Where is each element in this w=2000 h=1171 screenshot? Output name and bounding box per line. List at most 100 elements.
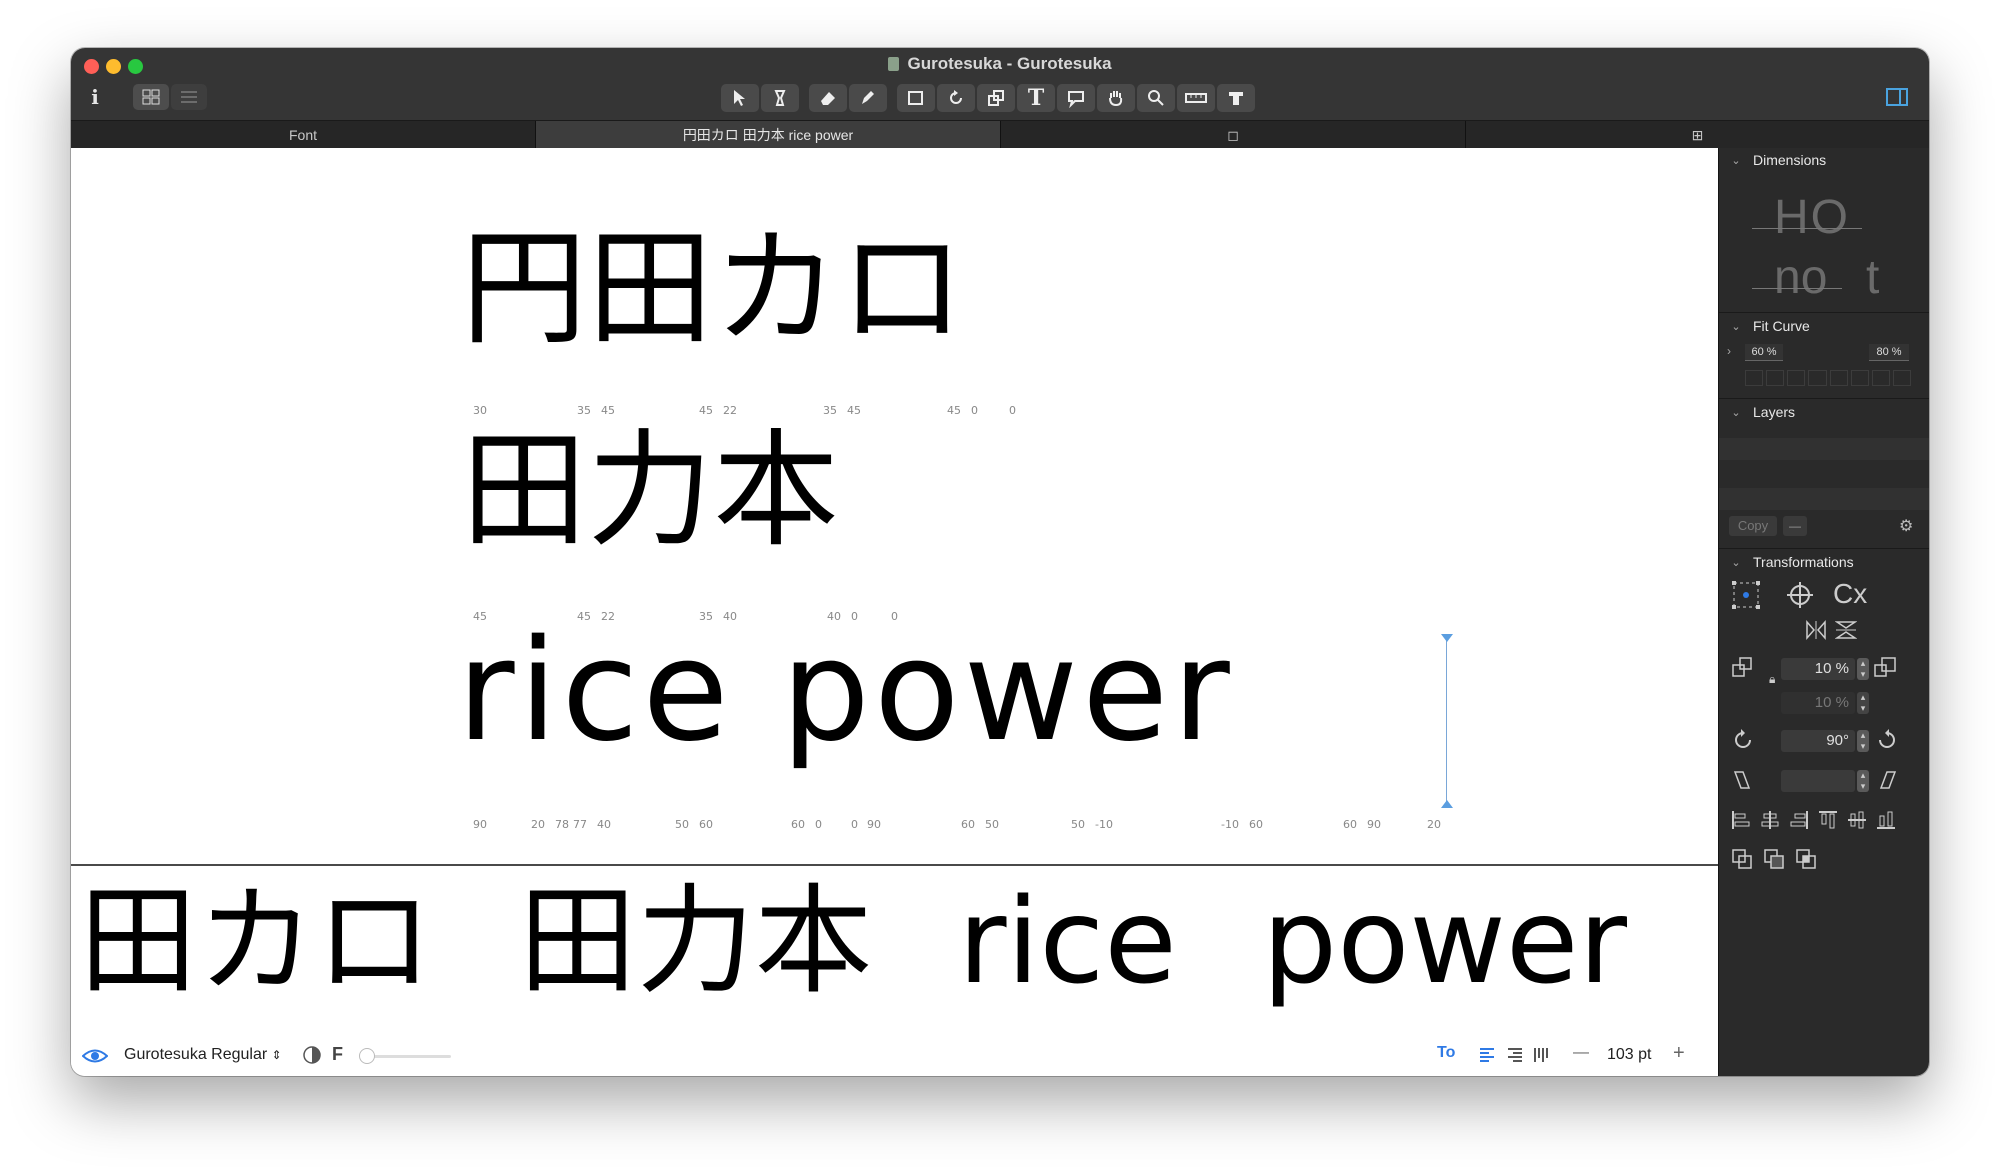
slant-stepper[interactable]: ▴ ▾ (1857, 770, 1869, 792)
rotation-stepper[interactable]: ▴ ▾ (1857, 730, 1869, 752)
rotate-ccw-icon[interactable] (1733, 728, 1755, 755)
align-left-icon[interactable] (1479, 1047, 1495, 1068)
fit-curve-slot[interactable] (1766, 370, 1785, 386)
zoom-tool-icon[interactable] (1137, 84, 1175, 112)
align-right-edge-icon[interactable] (1789, 810, 1809, 830)
subtract-icon[interactable] (1763, 848, 1785, 870)
scale-down-icon[interactable] (1731, 656, 1755, 683)
cursor-line[interactable] (1446, 638, 1447, 806)
f-toggle[interactable]: F (332, 1044, 343, 1065)
slant-right-icon[interactable] (1875, 770, 1897, 795)
fit-curve-slot[interactable] (1892, 370, 1911, 386)
dimensions-header[interactable]: ⌄ Dimensions (1719, 148, 1929, 172)
metric-value: 90 (867, 818, 881, 831)
origin-crosshair-icon[interactable] (1785, 580, 1815, 615)
text-line-2[interactable]: 田力本 (461, 416, 839, 566)
fit-curve-slot[interactable] (1871, 370, 1890, 386)
font-selector[interactable]: Gurotesuka Regular ⇕ (124, 1046, 282, 1064)
font-size-value[interactable]: 103 pt (1607, 1046, 1651, 1064)
scale-x-field[interactable]: 10 % (1781, 658, 1855, 680)
metric-value: 60 (961, 818, 975, 831)
align-bottom-edge-icon[interactable] (1876, 810, 1896, 830)
align-top-edge-icon[interactable] (1818, 810, 1838, 830)
measure-tool-icon[interactable] (1177, 84, 1215, 112)
cursor-bottom-handle[interactable] (1441, 800, 1453, 808)
size-decrease-button[interactable]: — (1573, 1044, 1589, 1062)
gear-icon[interactable]: ⚙ (1899, 516, 1913, 536)
bounding-box-icon[interactable] (1731, 580, 1761, 615)
intersect-icon[interactable] (1795, 848, 1817, 870)
annotation-tool-icon[interactable] (1057, 84, 1095, 112)
layer-row[interactable] (1719, 488, 1929, 510)
slant-field[interactable] (1781, 770, 1855, 792)
union-icon[interactable] (1731, 848, 1753, 870)
fit-curve-slot[interactable] (1850, 370, 1869, 386)
preview-slider-knob[interactable] (359, 1048, 375, 1064)
size-increase-button[interactable]: + (1673, 1042, 1685, 1065)
text-line-3[interactable]: rice power (457, 612, 1234, 772)
font-selector-label: Gurotesuka Regular (124, 1046, 268, 1063)
fit-curve-slot[interactable] (1808, 370, 1827, 386)
remove-layer-button[interactable]: — (1783, 516, 1807, 536)
pencil-tool-icon[interactable] (849, 84, 887, 112)
rotate-cw-icon[interactable] (1875, 728, 1897, 755)
fit-curve-max[interactable]: 80 % (1869, 344, 1909, 361)
fit-curve-slot[interactable] (1829, 370, 1848, 386)
text-tool-icon[interactable]: T (1017, 84, 1055, 112)
slant-left-icon[interactable] (1733, 770, 1755, 795)
fit-curve-buttons[interactable] (1745, 370, 1911, 386)
align-center-v-icon[interactable] (1847, 810, 1867, 830)
rotation-field[interactable]: 90° (1781, 730, 1855, 752)
fit-curve-header[interactable]: ⌄ Fit Curve (1719, 314, 1929, 338)
rotate-tool-icon[interactable] (937, 84, 975, 112)
eye-icon[interactable] (81, 1047, 109, 1070)
tab-bar: Font 円田カロ 田力本 rice power ◻ ⊞ (71, 120, 1929, 149)
copy-layer-button[interactable]: Copy (1729, 516, 1777, 536)
tab-edit-view[interactable]: 円田カロ 田力本 rice power (536, 121, 1001, 149)
metric-value: -10 (1095, 818, 1113, 831)
text-line-1[interactable]: 円田カロ (461, 214, 965, 364)
pen-tool-icon[interactable] (761, 84, 799, 112)
transformations-header[interactable]: ⌄ Transformations (1719, 550, 1929, 574)
dimensions-panel[interactable]: HO no t (1744, 178, 1914, 304)
section-title: Layers (1753, 404, 1796, 420)
rectangle-tool-icon[interactable] (897, 84, 935, 112)
fit-curve-slot[interactable] (1745, 370, 1764, 386)
info-button[interactable]: i (85, 84, 105, 110)
flip-horizontal-icon[interactable] (1805, 620, 1827, 645)
sidebar-toggle-icon[interactable] (1884, 84, 1910, 110)
align-right-icon[interactable] (1507, 1047, 1523, 1068)
fit-curve-min[interactable]: 60 % (1745, 344, 1783, 361)
tab-grid[interactable]: ⊞ (1466, 121, 1929, 149)
tab-glyph[interactable]: ◻ (1001, 121, 1466, 149)
vertical-text-icon[interactable] (1533, 1047, 1549, 1068)
text-options-button[interactable]: To (1437, 1044, 1455, 1062)
select-tool-icon[interactable] (721, 84, 759, 112)
primitives-tool-icon[interactable] (1217, 84, 1255, 112)
metric-value: 20 (531, 818, 545, 831)
layer-row[interactable] (1719, 438, 1929, 460)
scale-y-stepper[interactable]: ▴ ▾ (1857, 692, 1869, 714)
flip-vertical-icon[interactable] (1834, 620, 1858, 645)
hand-tool-icon[interactable] (1097, 84, 1135, 112)
layers-header[interactable]: ⌄ Layers (1719, 400, 1929, 424)
align-left-edge-icon[interactable] (1731, 810, 1751, 830)
align-center-h-icon[interactable] (1760, 810, 1780, 830)
cursor-top-handle[interactable] (1441, 634, 1453, 642)
scale-tool-icon[interactable] (977, 84, 1015, 112)
lock-icon[interactable]: 🔒︎ (1769, 672, 1775, 687)
list-view-icon[interactable] (171, 84, 207, 110)
grid-view-icon[interactable] (133, 84, 169, 110)
edit-canvas[interactable]: 円田カロ 30 35 45 45 22 35 45 45 0 0 田力本 45 … (71, 148, 1718, 864)
cx-transform-button[interactable]: Cx (1833, 578, 1867, 610)
fit-curve-slot[interactable] (1787, 370, 1806, 386)
eraser-tool-icon[interactable] (809, 84, 847, 112)
scale-up-icon[interactable] (1873, 656, 1897, 683)
dimensions-sample-upper: HO (1774, 191, 1850, 244)
tab-font[interactable]: Font (71, 121, 536, 149)
scale-x-stepper[interactable]: ▴ ▾ (1857, 658, 1869, 680)
scale-y-field[interactable]: 10 % (1781, 692, 1855, 714)
chevron-right-icon[interactable]: › (1727, 344, 1731, 358)
color-mode-icon[interactable] (303, 1046, 321, 1069)
section-title: Dimensions (1753, 152, 1827, 168)
